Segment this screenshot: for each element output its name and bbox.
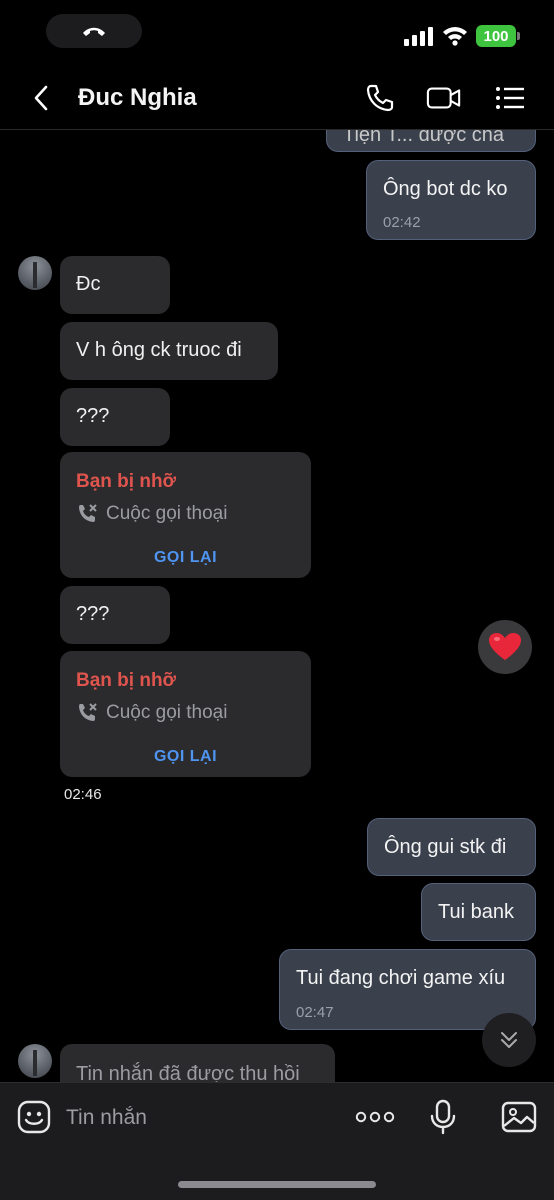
home-indicator[interactable]	[178, 1181, 376, 1188]
message-bubble-out[interactable]: Ông bot dc ko 02:42	[366, 160, 536, 240]
back-button[interactable]	[26, 82, 56, 114]
message-time: 02:42	[383, 214, 421, 231]
message-text: Tin nhắn đã được thu hồi	[76, 1063, 300, 1082]
message-bubble-out[interactable]: Ông gui stk đi	[367, 818, 536, 876]
sticker-icon	[17, 1100, 51, 1134]
contact-name[interactable]: Đuc Nghia	[78, 84, 197, 112]
battery-icon: 100	[476, 25, 520, 47]
image-icon	[501, 1101, 537, 1133]
missed-call-icon	[79, 504, 97, 522]
voice-call-button[interactable]	[362, 80, 398, 116]
phone-active-icon	[83, 27, 105, 36]
more-icon	[355, 1111, 395, 1123]
missed-call-card[interactable]: Bạn bị nhỡ Cuộc gọi thoại GỌI LẠI	[60, 651, 311, 777]
message-text: Tui đang chơi game xíu	[296, 967, 506, 989]
chat-area[interactable]: Tiện T... được cha Ông bot dc ko 02:42 Đ…	[0, 130, 554, 1082]
mic-icon	[430, 1099, 456, 1135]
reaction-button[interactable]	[478, 620, 532, 674]
message-time: 02:47	[296, 1004, 334, 1021]
missed-call-icon	[79, 703, 97, 721]
video-icon	[426, 87, 461, 109]
missed-call-title: Bạn bị nhỡ	[76, 670, 177, 691]
missed-call-card[interactable]: Bạn bị nhỡ Cuộc gọi thoại GỌI LẠI	[60, 452, 311, 578]
menu-button[interactable]	[492, 80, 528, 116]
sticker-button[interactable]	[16, 1099, 52, 1135]
message-bubble-in[interactable]: ???	[60, 586, 170, 644]
photo-button[interactable]	[500, 1099, 538, 1135]
message-text: ???	[76, 405, 110, 427]
menu-icon	[496, 87, 524, 109]
missed-call-title: Bạn bị nhỡ	[76, 471, 177, 492]
message-text: Tiện T... được cha	[343, 130, 505, 146]
video-call-button[interactable]	[426, 80, 462, 116]
voice-record-button[interactable]	[428, 1099, 458, 1135]
heart-icon	[489, 633, 521, 660]
message-bubble-in[interactable]: V h ông ck truoc đi	[60, 322, 278, 380]
wifi-icon	[443, 27, 467, 46]
message-text: Đc	[76, 273, 101, 295]
scroll-to-bottom-button[interactable]	[482, 1013, 536, 1067]
status-bar: 100	[0, 0, 554, 66]
message-text: ???	[76, 603, 110, 625]
message-bubble-in[interactable]: ???	[60, 388, 170, 446]
chat-header: Đuc Nghia	[0, 66, 554, 130]
message-time: 02:46	[64, 786, 102, 803]
missed-call-subtitle-text: Cuộc gọi thoại	[106, 702, 228, 723]
missed-call-subtitle-text: Cuộc gọi thoại	[106, 503, 228, 524]
call-back-button[interactable]: GỌI LẠI	[60, 546, 311, 570]
avatar[interactable]	[18, 1044, 52, 1078]
message-bubble-in[interactable]: Đc	[60, 256, 170, 314]
back-icon	[34, 85, 48, 111]
recalled-message[interactable]: Tin nhắn đã được thu hồi	[60, 1044, 335, 1082]
signal-icon	[404, 27, 433, 46]
message-text: Ông bot dc ko	[383, 178, 508, 200]
message-bubble-out[interactable]: Tui bank	[421, 883, 536, 941]
phone-icon	[366, 84, 394, 112]
message-input-bar	[0, 1082, 554, 1200]
missed-call-subtitle: Cuộc gọi thoại	[76, 701, 227, 725]
call-back-button[interactable]: GỌI LẠI	[60, 745, 311, 769]
message-input[interactable]	[66, 1103, 336, 1133]
avatar[interactable]	[18, 256, 52, 290]
message-text: V h ông ck truoc đi	[76, 339, 242, 361]
chevron-double-down-icon	[501, 1032, 517, 1048]
message-bubble-out[interactable]: Tiện T... được cha	[326, 130, 536, 152]
missed-call-subtitle: Cuộc gọi thoại	[76, 502, 227, 526]
active-call-pill[interactable]	[46, 14, 142, 48]
message-text: Ông gui stk đi	[384, 836, 507, 858]
message-text: Tui bank	[438, 901, 514, 923]
more-button[interactable]	[354, 1099, 396, 1135]
